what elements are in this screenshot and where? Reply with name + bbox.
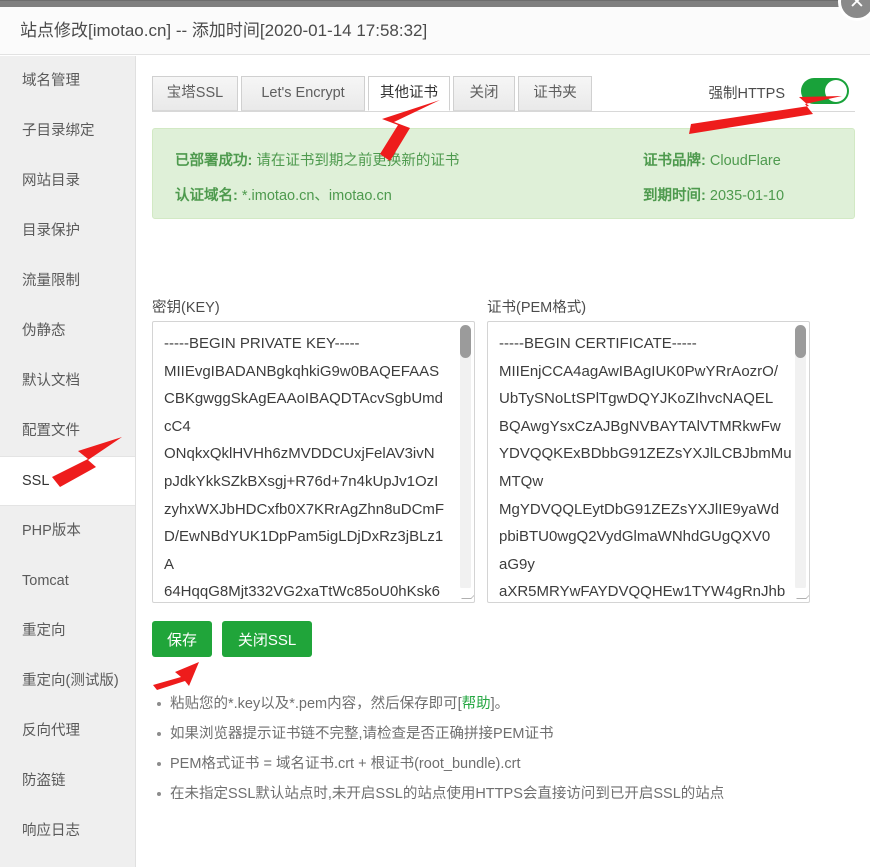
sidebar-item-7[interactable]: 配置文件 — [0, 406, 135, 456]
deploy-status-row: 已部署成功: 请在证书到期之前更换新的证书 — [175, 149, 459, 170]
tab-1[interactable]: Let's Encrypt — [241, 76, 365, 111]
sidebar-item-13[interactable]: 反向代理 — [0, 706, 135, 756]
key-scrollbar[interactable] — [460, 325, 471, 591]
help-note-3: 在未指定SSL默认站点时,未开启SSL的站点使用HTTPS会直接访问到已开启SS… — [157, 779, 870, 809]
key-textarea-value: -----BEGIN PRIVATE KEY----- MIIEvgIBADAN… — [164, 335, 445, 601]
expiry-date-label: 到期时间: — [643, 188, 706, 204]
sidebar-item-14[interactable]: 防盗链 — [0, 756, 135, 806]
help-notes-list: 粘贴您的*.key以及*.pem内容，然后保存即可[帮助]。如果浏览器提示证书链… — [152, 689, 870, 809]
help-link[interactable]: 帮助 — [462, 696, 491, 712]
certificate-brand-row: 证书品牌: CloudFlare — [643, 149, 781, 170]
expiry-date-row: 到期时间: 2035-01-10 — [643, 184, 784, 205]
force-https-label: 强制HTTPS — [708, 86, 785, 102]
sidebar-item-0[interactable]: 域名管理 — [0, 56, 135, 106]
expiry-date-value: 2035-01-10 — [709, 188, 785, 204]
pem-scrollbar[interactable] — [795, 325, 806, 591]
tab-bar: 强制HTTPS 宝塔SSL Let's Encrypt 其他证书 关闭 证书夹 — [152, 76, 855, 112]
deploy-status-value: 请在证书到期之前更换新的证书 — [256, 153, 460, 169]
sidebar-item-15[interactable]: 响应日志 — [0, 806, 135, 856]
certificate-brand-value: CloudFlare — [709, 153, 781, 169]
help-note-0: 粘贴您的*.key以及*.pem内容，然后保存即可[帮助]。 — [157, 689, 870, 719]
key-textarea[interactable]: -----BEGIN PRIVATE KEY----- MIIEvgIBADAN… — [152, 321, 475, 603]
sidebar-item-4[interactable]: 流量限制 — [0, 256, 135, 306]
sidebar-item-8[interactable]: SSL — [0, 456, 135, 506]
sidebar-item-5[interactable]: 伪静态 — [0, 306, 135, 356]
pem-scrollbar-thumb[interactable] — [795, 325, 806, 358]
help-note-1: 如果浏览器提示证书链不完整,请检查是否正确拼接PEM证书 — [157, 719, 870, 749]
key-scrollbar-thumb[interactable] — [460, 325, 471, 358]
sidebar-item-1[interactable]: 子目录绑定 — [0, 106, 135, 156]
certificate-info-panel: 已部署成功: 请在证书到期之前更换新的证书 认证域名: *.imotao.cn、… — [152, 128, 855, 219]
tab-4[interactable]: 证书夹 — [518, 76, 592, 111]
certificate-brand-label: 证书品牌: — [643, 153, 706, 169]
help-note-suffix: ]。 — [490, 696, 510, 712]
key-resize-handle[interactable] — [460, 588, 473, 601]
pem-textarea-value: -----BEGIN CERTIFICATE----- MIIEnjCCA4ag… — [499, 335, 792, 601]
certified-domains-row: 认证域名: *.imotao.cn、imotao.cn — [175, 184, 392, 205]
certified-domains-label: 认证域名: — [175, 188, 238, 204]
sidebar-item-10[interactable]: Tomcat — [0, 556, 135, 606]
pem-resize-handle[interactable] — [795, 588, 808, 601]
sidebar-item-9[interactable]: PHP版本 — [0, 506, 135, 556]
sidebar-item-6[interactable]: 默认文档 — [0, 356, 135, 406]
certified-domains-value: *.imotao.cn、imotao.cn — [241, 188, 392, 204]
toggle-knob — [825, 80, 847, 102]
pem-field-label: 证书(PEM格式) — [487, 300, 587, 316]
arrow-to-save-button — [153, 662, 199, 690]
tab-2[interactable]: 其他证书 — [368, 76, 450, 111]
close-ssl-button[interactable]: 关闭SSL — [222, 621, 312, 657]
sidebar-item-2[interactable]: 网站目录 — [0, 156, 135, 206]
force-https-toggle[interactable] — [801, 78, 849, 104]
main-content: 强制HTTPS 宝塔SSL Let's Encrypt 其他证书 关闭 证书夹 已部署成… — [137, 56, 870, 867]
sidebar-item-3[interactable]: 目录保护 — [0, 206, 135, 256]
help-note-text: 粘贴您的*.key以及*.pem内容，然后保存即可[ — [170, 696, 462, 712]
sidebar-item-12[interactable]: 重定向(测试版) — [0, 656, 135, 706]
help-note-text: 在未指定SSL默认站点时,未开启SSL的站点使用HTTPS会直接访问到已开启SS… — [170, 786, 725, 802]
save-button[interactable]: 保存 — [152, 621, 212, 657]
page-title: 站点修改[imotao.cn] -- 添加时间[2020-01-14 17:58… — [0, 7, 870, 55]
key-field-label: 密钥(KEY) — [152, 300, 220, 316]
tab-0[interactable]: 宝塔SSL — [152, 76, 238, 111]
sidebar: 域名管理 子目录绑定 网站目录 目录保护 流量限制 伪静态 默认文档 配置文件 SSL PHP版本… — [0, 56, 136, 867]
help-note-2: PEM格式证书 = 域名证书.crt + 根证书(root_bundle).cr… — [157, 749, 870, 779]
help-note-text: PEM格式证书 = 域名证书.crt + 根证书(root_bundle).cr… — [170, 756, 521, 772]
sidebar-item-11[interactable]: 重定向 — [0, 606, 135, 656]
help-note-text: 如果浏览器提示证书链不完整,请检查是否正确拼接PEM证书 — [170, 726, 554, 742]
deploy-status-label: 已部署成功: — [175, 153, 253, 169]
tab-3[interactable]: 关闭 — [453, 76, 515, 111]
pem-textarea[interactable]: -----BEGIN CERTIFICATE----- MIIEnjCCA4ag… — [487, 321, 810, 603]
